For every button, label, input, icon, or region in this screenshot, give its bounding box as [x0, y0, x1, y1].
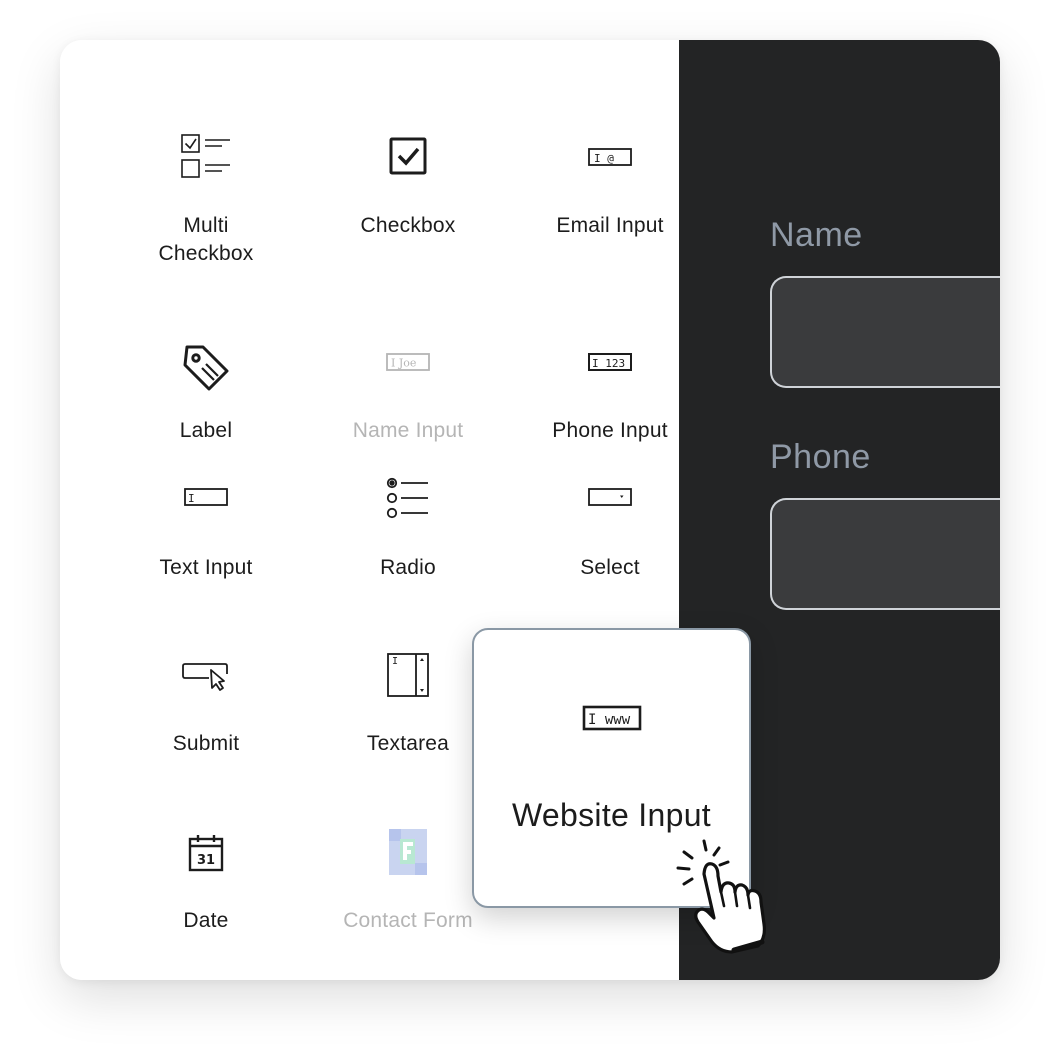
palette-item-label: Multi Checkbox [158, 214, 254, 265]
name-field[interactable] [770, 276, 1000, 388]
preview-field-label-phone: Phone [770, 438, 871, 476]
palette-item-text-input[interactable]: I Text Input [106, 468, 306, 598]
palette-item-label: Submit [172, 732, 240, 755]
text-input-icon: I [106, 484, 306, 510]
phone-input-icon-text: I 123 [592, 357, 625, 370]
website-input-icon: I www [474, 705, 749, 731]
multi-checkbox-icon [106, 130, 306, 182]
palette-item-label: Radio [380, 556, 436, 579]
palette-item-checkbox[interactable]: Checkbox [308, 80, 508, 237]
text-input-icon-text: I [188, 492, 195, 505]
radio-icon [308, 474, 508, 522]
submit-icon [106, 658, 306, 694]
palette-item-label: Checkbox [360, 214, 456, 237]
tag-icon [106, 340, 306, 396]
checkbox-icon [308, 135, 508, 177]
palette-item-radio[interactable]: Radio [308, 468, 508, 598]
palette-item-name-input[interactable]: I Joe Name Input [308, 290, 508, 442]
palette-item-submit[interactable]: Submit [106, 644, 306, 774]
name-input-icon: I Joe [308, 349, 508, 375]
palette-item-multi-checkbox[interactable]: Multi Checkbox [106, 80, 306, 265]
name-input-icon-text: I Joe [391, 357, 416, 370]
palette-item-label-field[interactable]: Label [106, 290, 306, 442]
calendar-icon-day: 31 [197, 853, 215, 868]
website-input-icon-text: I www [588, 712, 631, 728]
palette-item-date[interactable]: 31 Date [106, 826, 306, 956]
phone-field[interactable] [770, 498, 1000, 610]
palette-item-label: Date [183, 909, 229, 932]
svg-text:I: I [392, 656, 398, 667]
calendar-icon: 31 [106, 830, 306, 876]
hand-cursor-icon [676, 839, 766, 954]
palette-item-label: Label [179, 419, 233, 442]
palette-item-label: Contact Form [343, 909, 473, 932]
palette-item-label: Name Input [352, 419, 464, 442]
dragging-item-label: Website Input [512, 797, 711, 833]
email-input-icon-text: I @ [594, 152, 614, 165]
preview-field-label-name: Name [770, 216, 863, 254]
palette-item-label: Text Input [159, 556, 253, 579]
